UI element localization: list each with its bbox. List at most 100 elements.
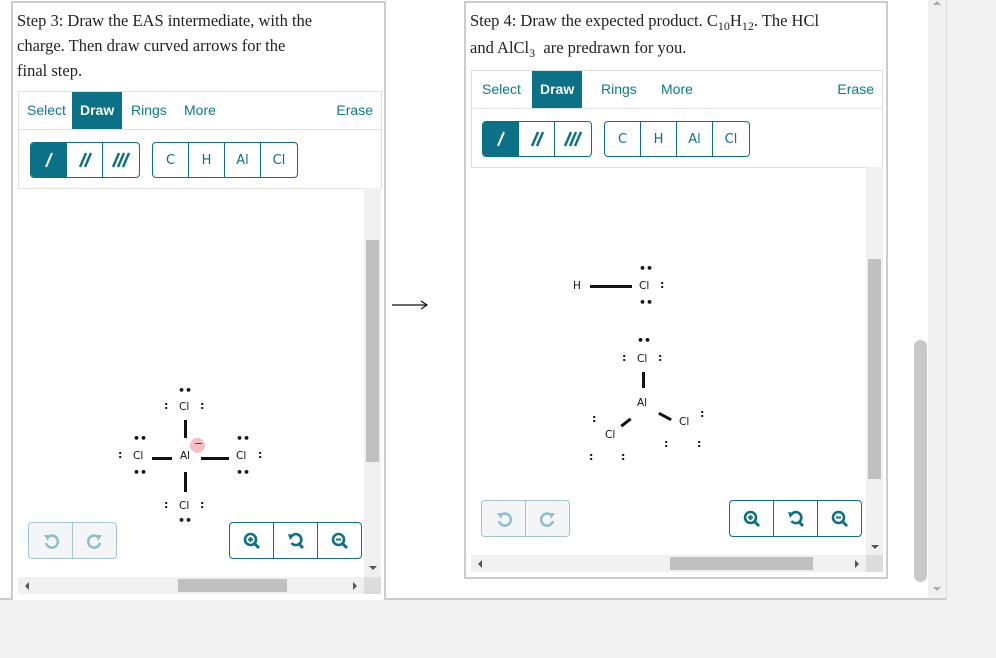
atom-cl-left[interactable]: Cl — [133, 450, 143, 462]
scrollbar-corner — [866, 555, 883, 572]
scroll-down-arrow[interactable] — [871, 545, 879, 549]
lone-pair: : — [697, 437, 702, 450]
prompt-text: H — [729, 11, 742, 30]
scrollbar-thumb[interactable] — [670, 557, 813, 570]
tab-more[interactable]: More — [653, 71, 701, 108]
scroll-down-arrow[interactable] — [933, 587, 941, 591]
undo-button[interactable] — [482, 501, 526, 536]
zoom-in-button[interactable] — [730, 501, 774, 536]
atom-cl-hcl[interactable]: Cl — [639, 280, 649, 292]
redo-button[interactable] — [526, 501, 569, 536]
erase-button[interactable]: Erase — [837, 71, 874, 108]
lone-pair: •• — [236, 432, 251, 445]
bond[interactable] — [658, 411, 672, 422]
atom-cl-top[interactable]: Cl — [179, 401, 189, 413]
lone-pair: : — [660, 278, 665, 291]
scrollbar-thumb[interactable] — [366, 240, 379, 462]
scroll-left-arrow[interactable] — [25, 582, 29, 590]
lone-pair: : — [658, 351, 663, 364]
lone-pair: : — [200, 399, 205, 412]
charge-sign: − — [194, 437, 204, 450]
atom-cl-left[interactable]: Cl — [605, 429, 615, 441]
tab-select[interactable]: Select — [474, 71, 529, 108]
atom-h-button[interactable]: H — [189, 143, 225, 177]
atom-cl-button[interactable]: Cl — [713, 122, 749, 156]
zoom-out-icon — [831, 510, 848, 527]
tab-rings[interactable]: Rings — [593, 71, 645, 108]
prompt-line: Step 4: Draw the expected product. C10H1… — [470, 8, 886, 33]
lone-pair: : — [589, 450, 594, 463]
drawing-canvas[interactable]: H •• Cl : •• •• : Cl : Al : Cl : : Cl : … — [471, 167, 866, 557]
tab-draw[interactable]: Draw — [532, 71, 583, 108]
bond[interactable] — [152, 457, 172, 460]
undo-button[interactable] — [29, 523, 73, 558]
triple-bond-button[interactable] — [103, 143, 139, 177]
tab-more[interactable]: More — [176, 92, 224, 129]
single-bond-button[interactable] — [483, 122, 519, 156]
prompt-line: final step. — [17, 61, 83, 80]
bond[interactable] — [590, 285, 632, 288]
canvas-vertical-scrollbar[interactable] — [364, 188, 381, 578]
tab-draw[interactable]: Draw — [72, 92, 123, 129]
atom-c-button[interactable]: C — [153, 143, 189, 177]
atom-cl-right[interactable]: Cl — [236, 450, 246, 462]
atom-al-button[interactable]: Al — [225, 143, 261, 177]
history-controls — [481, 500, 570, 537]
atom-cl-button[interactable]: Cl — [261, 143, 297, 177]
scroll-down-arrow[interactable] — [369, 566, 377, 570]
step3-panel: Step 3: Draw the EAS intermediate, with … — [11, 1, 386, 600]
bond[interactable] — [184, 420, 187, 438]
canvas-vertical-scrollbar[interactable] — [866, 167, 883, 557]
undo-icon — [496, 511, 512, 527]
page-vertical-scrollbar[interactable] — [914, 0, 946, 598]
lone-pair: : — [118, 448, 123, 461]
scrollbar-thumb[interactable] — [178, 579, 287, 592]
atom-al-button[interactable]: Al — [677, 122, 713, 156]
zoom-out-button[interactable] — [818, 501, 861, 536]
tab-select[interactable]: Select — [19, 92, 74, 129]
lone-pair: : — [664, 437, 669, 450]
bond[interactable] — [184, 472, 187, 492]
reaction-arrow-icon — [392, 300, 429, 310]
redo-button[interactable] — [73, 523, 116, 558]
history-controls — [28, 522, 117, 559]
canvas-horizontal-scrollbar[interactable] — [471, 555, 866, 572]
bond-tools — [482, 121, 592, 157]
drawing-canvas[interactable]: •• : Cl : Al − •• : Cl •• •• Cl : •• : C… — [18, 188, 363, 568]
scroll-right-arrow[interactable] — [855, 560, 859, 568]
scroll-up-arrow[interactable] — [933, 1, 941, 5]
page: Step 3: Draw the EAS intermediate, with … — [0, 0, 946, 600]
bond[interactable] — [620, 417, 632, 428]
atom-cl-top[interactable]: Cl — [637, 353, 647, 365]
atom-cl-bottom[interactable]: Cl — [179, 500, 189, 512]
atom-c-button[interactable]: C — [605, 122, 641, 156]
zoom-out-button[interactable] — [318, 523, 361, 558]
erase-button[interactable]: Erase — [336, 92, 373, 129]
reset-zoom-button[interactable] — [274, 523, 318, 558]
atom-cl-right[interactable]: Cl — [679, 416, 689, 428]
reset-zoom-button[interactable] — [774, 501, 818, 536]
atom-h-button[interactable]: H — [641, 122, 677, 156]
atom-al-center[interactable]: Al — [180, 450, 190, 462]
zoom-out-icon — [331, 532, 348, 549]
atom-al[interactable]: Al — [637, 397, 647, 409]
scroll-right-arrow[interactable] — [353, 582, 357, 590]
prompt-text: are predrawn for you. — [535, 38, 687, 57]
canvas-horizontal-scrollbar[interactable] — [18, 577, 364, 594]
triple-bond-button[interactable] — [555, 122, 591, 156]
scrollbar-thumb[interactable] — [914, 340, 927, 582]
zoom-in-button[interactable] — [230, 523, 274, 558]
atom-h[interactable]: H — [573, 280, 581, 292]
scrollbar-thumb[interactable] — [868, 259, 881, 479]
bond[interactable] — [642, 372, 645, 388]
double-bond-button[interactable] — [67, 143, 103, 177]
atom-tools: C H Al Cl — [152, 142, 298, 178]
bond[interactable] — [201, 457, 229, 460]
scroll-left-arrow[interactable] — [478, 560, 482, 568]
lone-pair: : — [622, 351, 627, 364]
single-bond-button[interactable] — [31, 143, 67, 177]
tab-rings[interactable]: Rings — [123, 92, 175, 129]
double-bond-button[interactable] — [519, 122, 555, 156]
lone-pair: : — [592, 412, 597, 425]
double-bond-icon — [530, 131, 544, 147]
